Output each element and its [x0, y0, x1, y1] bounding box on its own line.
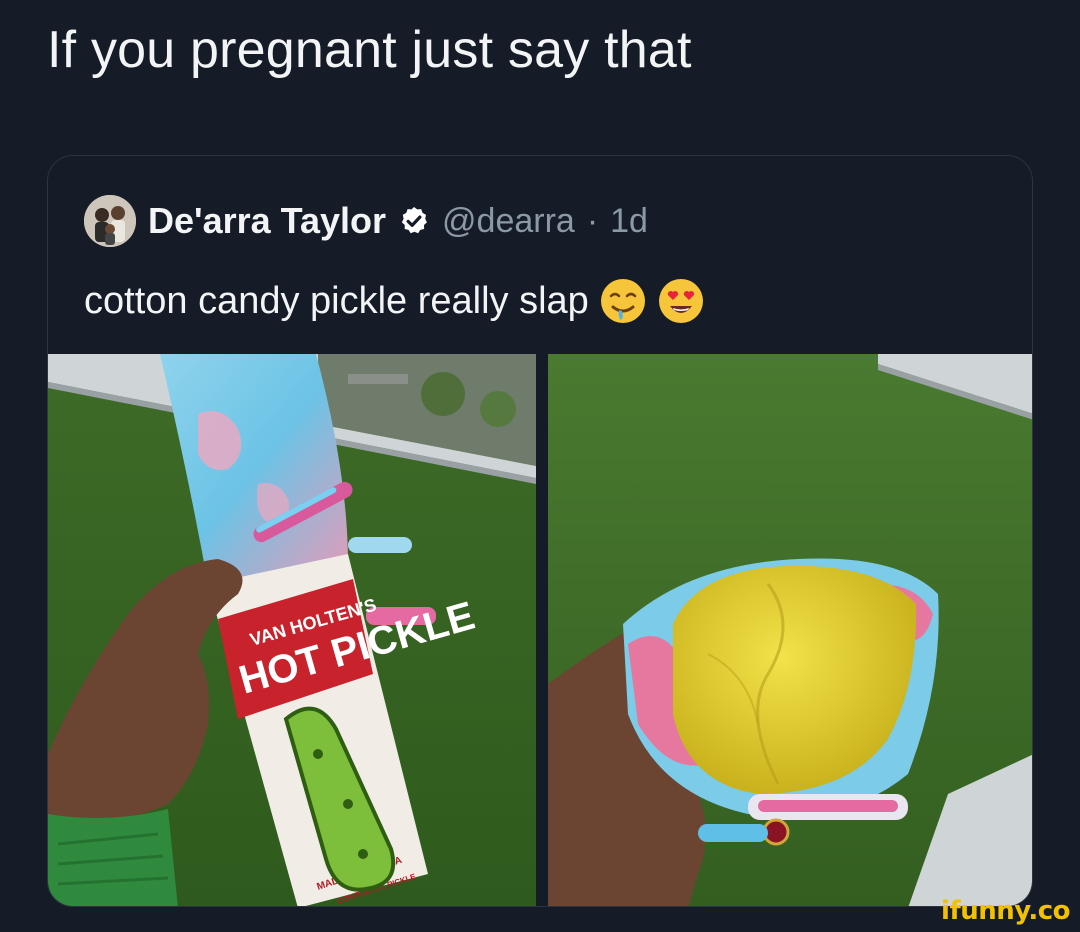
author-handle[interactable]: @dearra: [442, 202, 575, 241]
drooling-face-emoji-icon: [600, 279, 645, 323]
tweet-media-grid: VAN HOLTEN'S HOT PICKLE MADE IN THE USA …: [48, 354, 1032, 906]
meta-separator: ·: [586, 201, 599, 240]
media-photo-left[interactable]: VAN HOLTEN'S HOT PICKLE MADE IN THE USA …: [48, 354, 536, 906]
post-caption: If you pregnant just say that: [47, 21, 692, 79]
author-avatar[interactable]: [84, 195, 136, 247]
avatar-photo-icon: [84, 195, 136, 247]
tweet-timestamp[interactable]: 1d: [610, 202, 648, 241]
ifunny-watermark: ifunny.co: [941, 896, 1070, 926]
author-display-name[interactable]: De'arra Taylor: [148, 200, 386, 242]
photo-icon: VAN HOLTEN'S HOT PICKLE MADE IN THE USA …: [48, 354, 536, 906]
heart-eyes-emoji-icon: [658, 279, 703, 323]
photo-icon: [548, 354, 1032, 906]
quoted-tweet-text: cotton candy pickle really slap: [84, 279, 589, 322]
quoted-tweet-header: De'arra Taylor @dearra · 1d: [84, 195, 648, 247]
verified-badge-icon: [401, 207, 427, 234]
quoted-tweet-card[interactable]: De'arra Taylor @dearra · 1d cotton candy…: [47, 155, 1033, 907]
media-photo-right[interactable]: [548, 354, 1032, 906]
quoted-tweet-text-row: cotton candy pickle really slap: [84, 276, 705, 326]
